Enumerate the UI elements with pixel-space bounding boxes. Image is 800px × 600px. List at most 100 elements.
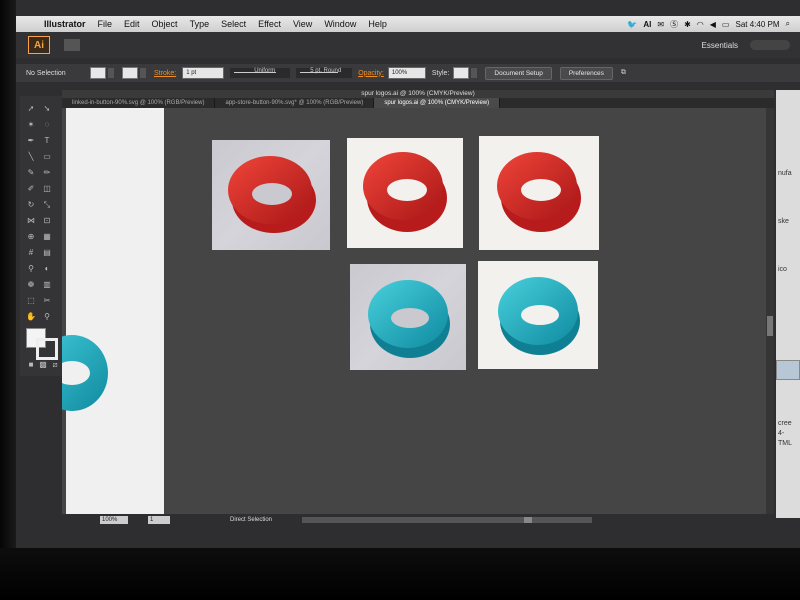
- menu-app-name[interactable]: Illustrator: [38, 19, 92, 29]
- line-tool-icon[interactable]: ╲: [26, 152, 36, 162]
- selection-tool-icon[interactable]: ➚: [26, 104, 36, 114]
- none-mode-icon[interactable]: ⧄: [50, 360, 60, 370]
- menu-view[interactable]: View: [287, 19, 318, 29]
- direct-selection-tool-icon[interactable]: ➘: [42, 104, 52, 114]
- workspace-switcher[interactable]: Essentials: [702, 41, 738, 50]
- menu-file[interactable]: File: [92, 19, 119, 29]
- perspective-grid-tool-icon[interactable]: ▦: [42, 232, 52, 242]
- menu-window[interactable]: Window: [318, 19, 362, 29]
- artboard-tool-icon[interactable]: ⬚: [26, 296, 36, 306]
- help-search-input[interactable]: [750, 40, 790, 50]
- bluetooth-icon[interactable]: ✱: [684, 20, 691, 29]
- magic-wand-tool-icon[interactable]: ✶: [26, 120, 36, 130]
- artboard-number-field[interactable]: 1: [148, 516, 170, 524]
- horizontal-scrollbar[interactable]: [302, 517, 593, 523]
- preferences-button[interactable]: Preferences: [559, 66, 613, 80]
- monitor-bezel-left: [0, 0, 16, 548]
- opacity-label[interactable]: Opacity:: [358, 70, 384, 77]
- mesh-tool-icon[interactable]: #: [26, 248, 36, 258]
- style-swatch[interactable]: [453, 67, 470, 79]
- color-mode-icon[interactable]: ■: [26, 360, 36, 370]
- ai-status-icon[interactable]: AI: [643, 20, 651, 29]
- status-bar: 100% 1 Direct Selection: [62, 514, 774, 526]
- rectangle-tool-icon[interactable]: ▭: [42, 152, 52, 162]
- finder-label[interactable]: cree: [778, 420, 792, 427]
- mac-menu-bar: Illustrator File Edit Object Type Select…: [16, 16, 800, 32]
- finder-label[interactable]: nufa: [778, 170, 792, 177]
- paintbrush-tool-icon[interactable]: ✎: [26, 168, 36, 178]
- pencil-tool-icon[interactable]: ✏: [42, 168, 52, 178]
- eyedropper-tool-icon[interactable]: ⚲: [26, 264, 36, 274]
- logo-tile-red-white-2[interactable]: [479, 136, 599, 250]
- stroke-profile-select[interactable]: Uniform: [230, 68, 291, 78]
- opacity-field[interactable]: 100%: [387, 67, 426, 79]
- blob-brush-tool-icon[interactable]: ✐: [26, 184, 36, 194]
- vertical-scrollbar[interactable]: [766, 108, 774, 514]
- graph-tool-icon[interactable]: ▥: [42, 280, 52, 290]
- scale-tool-icon[interactable]: ⤡: [42, 200, 52, 210]
- stroke-color-box[interactable]: [36, 338, 58, 360]
- fill-swatch[interactable]: [90, 67, 106, 79]
- finder-thumbnail[interactable]: [776, 360, 800, 380]
- pen-tool-icon[interactable]: ✒: [26, 136, 36, 146]
- zoom-level-field[interactable]: 100%: [100, 516, 128, 524]
- lasso-tool-icon[interactable]: ◌: [42, 120, 52, 130]
- logo-tile-red-white-1[interactable]: [347, 138, 463, 248]
- finder-label[interactable]: 4-: [778, 430, 784, 437]
- gradient-mode-icon[interactable]: ▩: [38, 360, 48, 370]
- teal-logo: [498, 277, 580, 355]
- partial-teal-logo[interactable]: [62, 328, 112, 418]
- monitor-screen: Illustrator File Edit Object Type Select…: [0, 0, 800, 548]
- type-tool-icon[interactable]: T: [42, 136, 52, 146]
- arrange-documents-icon[interactable]: [64, 39, 80, 51]
- volume-icon[interactable]: ◀: [710, 20, 716, 29]
- canvas[interactable]: [62, 108, 766, 514]
- document-setup-button[interactable]: Document Setup: [485, 66, 552, 80]
- menu-type[interactable]: Type: [184, 19, 216, 29]
- skype-icon[interactable]: Ⓢ: [670, 19, 678, 30]
- menu-effect[interactable]: Effect: [252, 19, 287, 29]
- tab-app-store-button[interactable]: app-store-button-90%.svg* @ 100% (RGB/Pr…: [215, 98, 375, 108]
- menu-object[interactable]: Object: [146, 19, 184, 29]
- twitter-icon[interactable]: 🐦: [627, 20, 637, 29]
- current-tool-status[interactable]: Direct Selection: [230, 517, 272, 523]
- shape-builder-tool-icon[interactable]: ⊕: [26, 232, 36, 242]
- finder-label[interactable]: ico: [778, 266, 787, 273]
- menu-edit[interactable]: Edit: [118, 19, 146, 29]
- logo-tile-teal-white[interactable]: [478, 261, 598, 369]
- menu-select[interactable]: Select: [215, 19, 252, 29]
- red-logo: [497, 152, 581, 232]
- finder-label[interactable]: ske: [778, 218, 789, 225]
- finder-label[interactable]: TML: [778, 440, 792, 447]
- clock[interactable]: Sat 4:40 PM: [735, 20, 779, 29]
- logo-tile-red-gray[interactable]: [212, 140, 330, 250]
- arrange-icon[interactable]: ⧉: [621, 69, 626, 77]
- style-dropdown[interactable]: [471, 68, 478, 78]
- stroke-dropdown[interactable]: [140, 68, 146, 78]
- eraser-tool-icon[interactable]: ◫: [42, 184, 52, 194]
- hand-tool-icon[interactable]: ✋: [26, 312, 36, 322]
- tab-spur-logos[interactable]: spur logos.ai @ 100% (CMYK/Preview): [374, 98, 501, 108]
- notification-icon[interactable]: ✉: [657, 20, 664, 29]
- stroke-weight-field[interactable]: 1 pt: [182, 67, 225, 79]
- fill-dropdown[interactable]: [108, 68, 114, 78]
- logo-tile-teal-gray[interactable]: [350, 264, 466, 370]
- slice-tool-icon[interactable]: ✂: [42, 296, 52, 306]
- gradient-tool-icon[interactable]: ▤: [42, 248, 52, 258]
- horizontal-scroll-thumb[interactable]: [524, 517, 533, 523]
- symbol-sprayer-tool-icon[interactable]: ❁: [26, 280, 36, 290]
- stroke-swatch[interactable]: [122, 67, 138, 79]
- free-transform-tool-icon[interactable]: ⊡: [42, 216, 52, 226]
- zoom-tool-icon[interactable]: ⚲: [42, 312, 52, 322]
- tab-linked-in-button[interactable]: linked-in-button-90%.svg @ 100% (RGB/Pre…: [62, 98, 216, 108]
- vertical-scroll-thumb[interactable]: [767, 316, 773, 336]
- wifi-icon[interactable]: ◠: [697, 20, 704, 29]
- menu-help[interactable]: Help: [362, 19, 393, 29]
- rotate-tool-icon[interactable]: ↻: [26, 200, 36, 210]
- width-tool-icon[interactable]: ⋈: [26, 216, 36, 226]
- battery-icon[interactable]: ▭: [722, 20, 730, 29]
- blend-tool-icon[interactable]: ◐: [42, 264, 52, 274]
- spotlight-icon[interactable]: ⌕: [786, 19, 790, 29]
- brush-select[interactable]: 5 pt. Round: [296, 68, 353, 78]
- stroke-label[interactable]: Stroke:: [154, 70, 176, 77]
